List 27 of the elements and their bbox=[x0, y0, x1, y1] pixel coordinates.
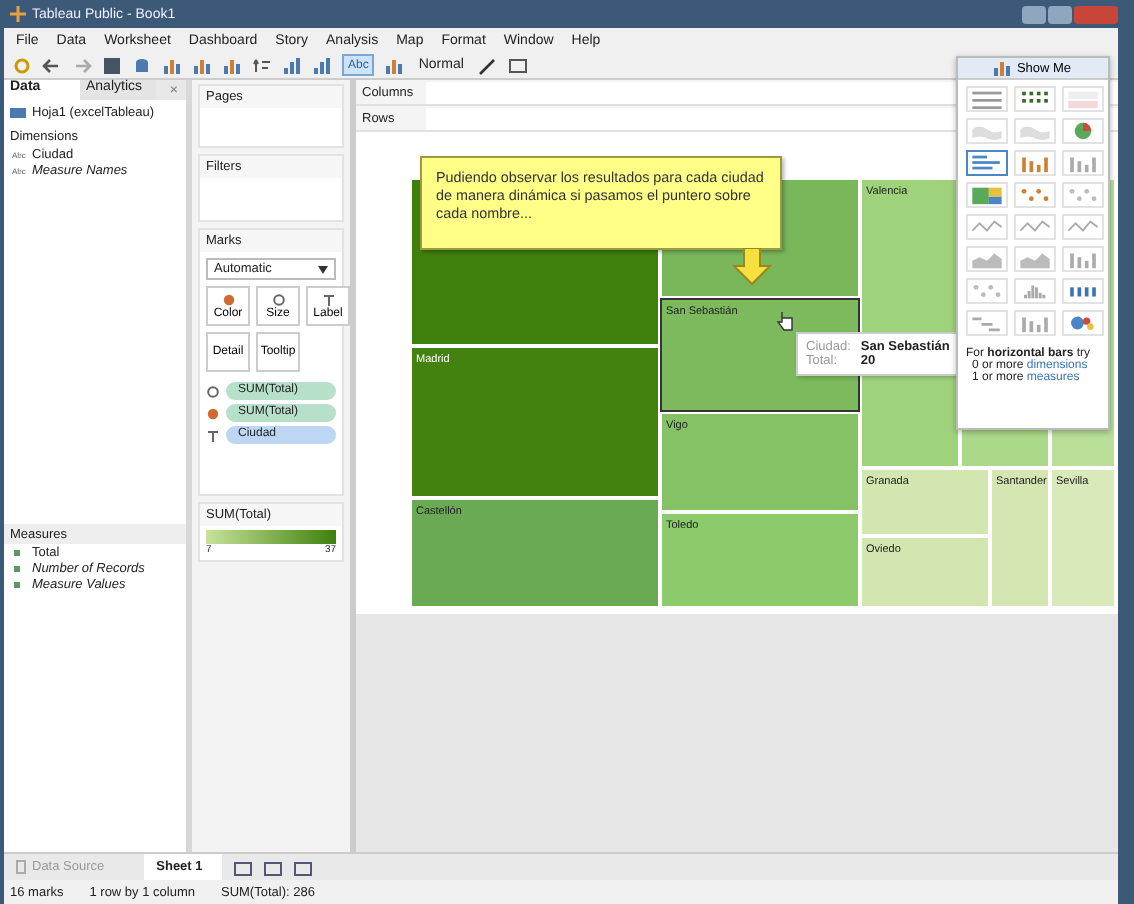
circle-icon bbox=[271, 293, 285, 305]
sort-icon[interactable] bbox=[312, 55, 332, 75]
chart-type-icon[interactable] bbox=[966, 150, 1008, 176]
circle-icon bbox=[206, 385, 220, 397]
database-icon bbox=[16, 860, 26, 874]
screen-icon[interactable] bbox=[507, 55, 528, 75]
app-icon bbox=[10, 6, 26, 22]
caret-icon bbox=[318, 265, 328, 273]
label-icon bbox=[206, 429, 220, 441]
db-icon[interactable] bbox=[132, 55, 152, 75]
minimize-button[interactable] bbox=[1022, 5, 1046, 23]
chart-icon[interactable] bbox=[384, 55, 405, 75]
save-icon[interactable] bbox=[102, 55, 122, 75]
swap-icon[interactable] bbox=[252, 55, 272, 75]
hand-cursor-icon bbox=[776, 310, 794, 332]
maximize-button[interactable] bbox=[1048, 5, 1072, 23]
fwd-icon[interactable] bbox=[72, 55, 92, 75]
down-arrow-icon bbox=[732, 248, 772, 286]
bar-chart-icon bbox=[994, 61, 1011, 75]
back-icon[interactable] bbox=[42, 55, 62, 75]
pen-icon[interactable] bbox=[477, 55, 498, 75]
sort-icon[interactable] bbox=[282, 55, 302, 75]
color-gradient bbox=[206, 530, 336, 544]
database-icon bbox=[10, 106, 28, 120]
paint-icon bbox=[221, 293, 235, 305]
label-icon bbox=[321, 293, 335, 305]
paint-icon bbox=[206, 407, 220, 419]
